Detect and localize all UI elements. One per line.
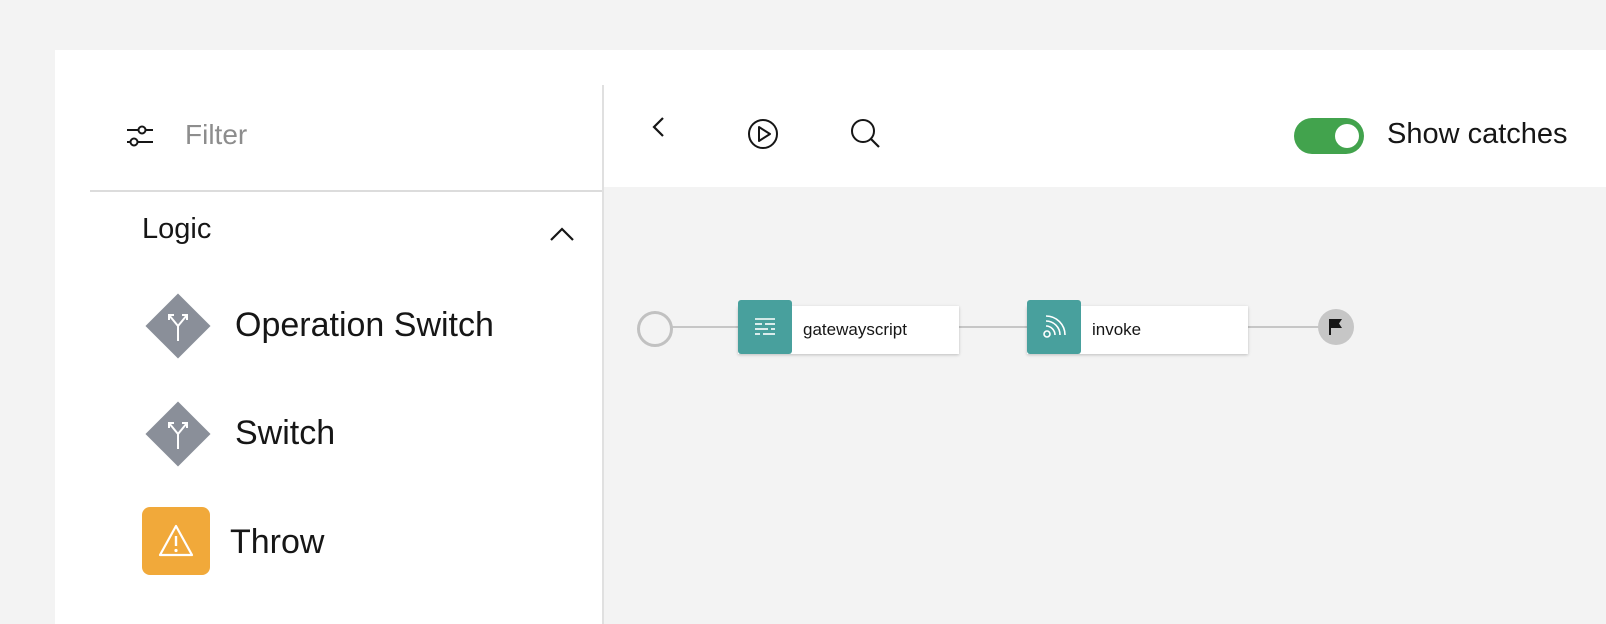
- search-icon[interactable]: [844, 112, 888, 156]
- show-catches-label: Show catches: [1387, 118, 1568, 150]
- palette-item-switch[interactable]: Switch: [140, 396, 570, 476]
- back-icon[interactable]: [637, 107, 681, 151]
- invoke-icon: [1027, 300, 1081, 354]
- flow-node-label: gatewayscript: [803, 320, 907, 339]
- chevron-up-icon[interactable]: [548, 225, 576, 243]
- filter-input[interactable]: [185, 111, 585, 159]
- flow-connector: [959, 326, 1029, 328]
- flow-end-node[interactable]: [1318, 309, 1354, 345]
- gatewayscript-icon: [738, 300, 792, 354]
- play-icon[interactable]: [741, 112, 785, 156]
- filter-bar: [90, 85, 617, 192]
- flow-node-invoke[interactable]: invoke: [1027, 300, 1248, 354]
- palette-item-throw[interactable]: Throw: [140, 505, 570, 585]
- show-catches-toggle[interactable]: [1294, 118, 1364, 154]
- category-logic-header[interactable]: Logic: [90, 195, 617, 265]
- palette-item-label: Operation Switch: [235, 306, 494, 344]
- flow-node-gatewayscript[interactable]: gatewayscript: [738, 300, 959, 354]
- switch-branch-icon: [145, 401, 211, 467]
- flag-icon: [1329, 319, 1342, 335]
- palette-item-label: Throw: [230, 523, 325, 561]
- flow-connector: [1248, 326, 1320, 328]
- assembly-editor-panel: Logic Operation Switch: [55, 50, 1606, 624]
- warning-icon: [142, 507, 210, 575]
- filter-settings-icon[interactable]: [124, 121, 156, 153]
- toggle-knob: [1335, 124, 1359, 148]
- category-label: Logic: [142, 213, 212, 245]
- flow-connector: [670, 326, 740, 328]
- palette-item-label: Switch: [235, 414, 336, 452]
- assembly-toolbar: Show catches: [604, 85, 1606, 187]
- flow-node-label: invoke: [1092, 320, 1142, 339]
- assembly-canvas[interactable]: gatewayscript invoke: [604, 187, 1606, 624]
- switch-branch-icon: [145, 293, 211, 359]
- flow-start-node[interactable]: [637, 311, 673, 347]
- palette-item-operation-switch[interactable]: Operation Switch: [140, 288, 570, 368]
- policy-palette: Logic Operation Switch: [55, 50, 617, 624]
